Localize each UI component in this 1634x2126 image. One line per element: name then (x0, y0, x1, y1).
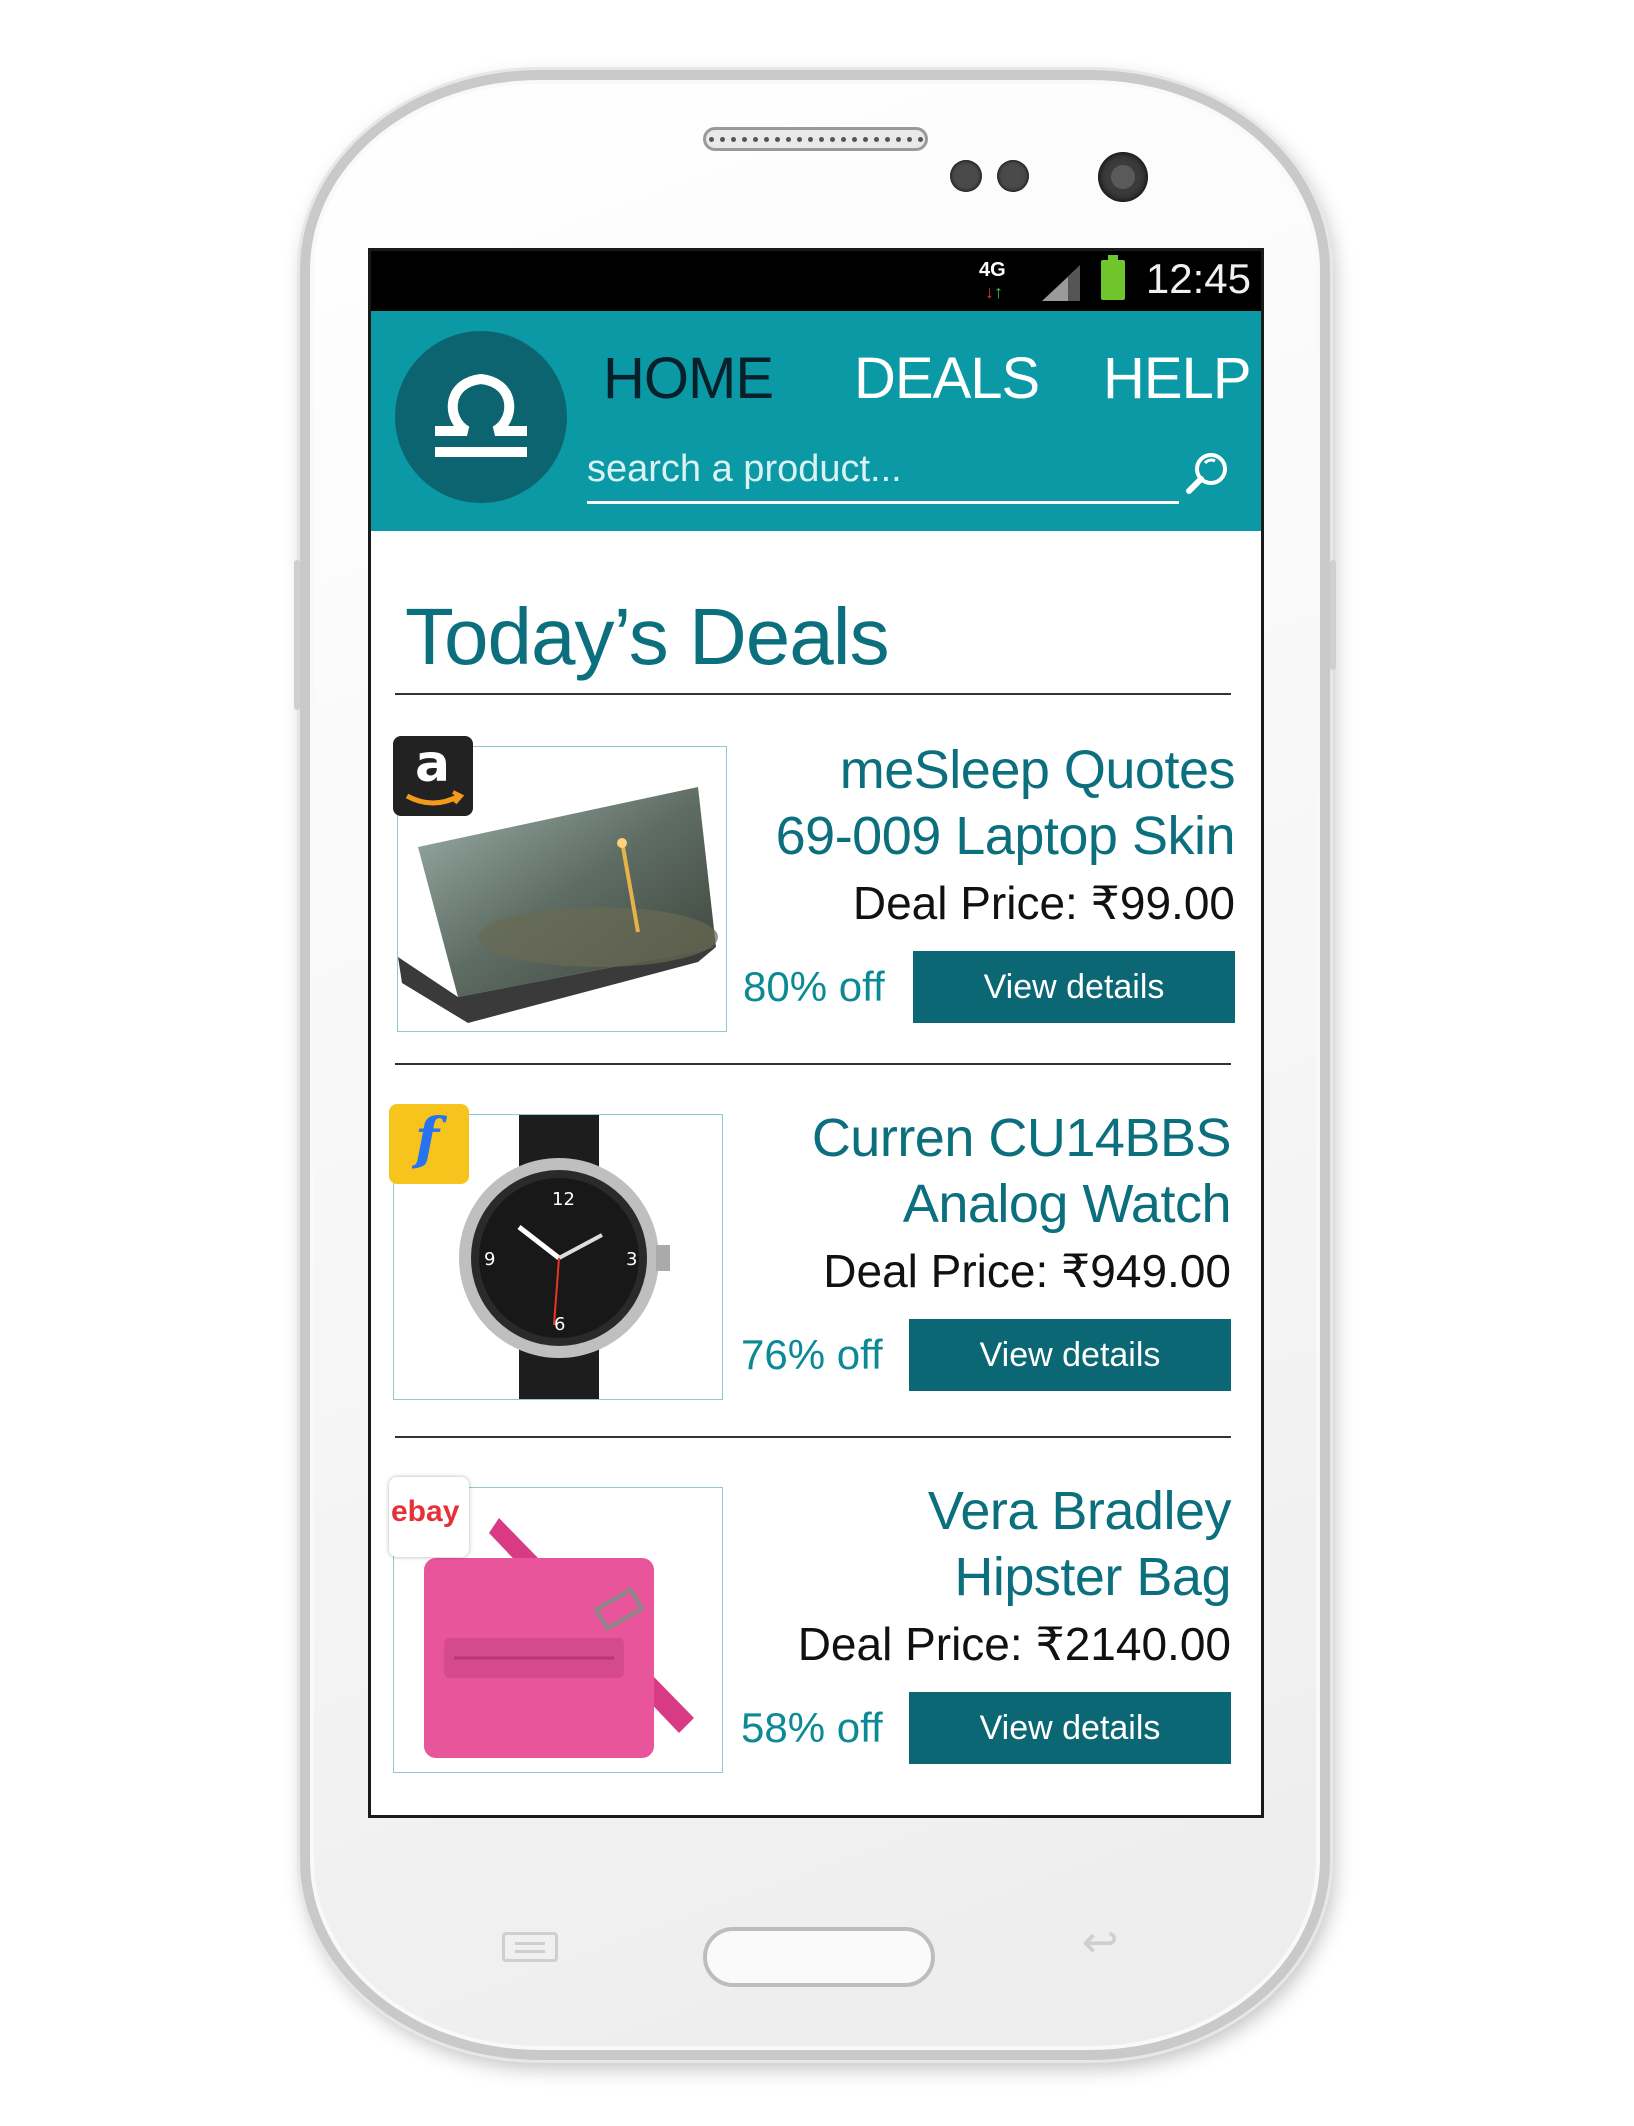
svg-text:6: 6 (554, 1314, 565, 1335)
view-details-button[interactable]: View details (909, 1692, 1231, 1764)
search-bar (587, 441, 1179, 504)
search-input[interactable] (587, 441, 1179, 497)
view-details-button[interactable]: View details (909, 1319, 1231, 1391)
libra-logo-icon[interactable] (395, 331, 567, 503)
app-header: HOME DEALS HELP (371, 311, 1261, 531)
front-camera (1098, 152, 1148, 202)
proximity-sensor (950, 160, 982, 192)
back-key-icon[interactable]: ↩ (1070, 1918, 1130, 1968)
deal-name-line1[interactable]: Curren CU14BBS (812, 1104, 1232, 1172)
data-activity-icon: ↓↑ (985, 282, 1003, 302)
volume-button (294, 560, 300, 710)
signal-strength-icon (1042, 265, 1080, 301)
deal-name-line2[interactable]: Analog Watch (903, 1170, 1232, 1238)
discount-label: 76% off (741, 1331, 883, 1378)
deal-price: Deal Price: ₹949.00 (823, 1245, 1231, 1297)
battery-icon (1101, 255, 1125, 300)
deal-card: ebay Vera Bradley Hipster Bag Deal Price… (371, 1477, 1261, 1777)
deal-name-line2[interactable]: 69-009 Laptop Skin (776, 802, 1236, 870)
deal-name-line1[interactable]: meSleep Quotes (840, 736, 1236, 804)
discount-label: 80% off (743, 963, 885, 1010)
view-details-button[interactable]: View details (913, 951, 1235, 1023)
deal-price: Deal Price: ₹2140.00 (797, 1618, 1231, 1670)
svg-text:12: 12 (552, 1189, 575, 1210)
discount-label: 58% off (741, 1704, 883, 1751)
search-icon[interactable] (1181, 449, 1231, 499)
amazon-smile-icon (405, 790, 465, 806)
deal-card: 12 3 6 9 f Curren CU14BBS Analog Watch D… (371, 1104, 1261, 1404)
svg-text:3: 3 (626, 1249, 637, 1270)
libra-symbol-icon (435, 373, 527, 457)
svg-text:9: 9 (484, 1249, 495, 1270)
power-button (1330, 560, 1336, 670)
flipkart-logo-letter: f (415, 1106, 440, 1172)
page-title: Today’s Deals (405, 592, 890, 681)
screen: 4G ↓↑ 12:45 HOME DEALS HELP Today’s Deal… (368, 248, 1264, 1818)
status-time: 12:45 (1145, 255, 1251, 302)
deal-name-line2[interactable]: Hipster Bag (954, 1543, 1231, 1611)
network-type-label: 4G (979, 259, 1006, 281)
home-button[interactable] (703, 1927, 935, 1987)
flipkart-logo-icon: f (389, 1104, 469, 1184)
deal-price: Deal Price: ₹99.00 (852, 877, 1235, 929)
deal-card: a meSleep Quotes 69-009 Laptop Skin Deal… (371, 736, 1261, 1036)
amazon-logo-icon: a (393, 736, 473, 816)
light-sensor (997, 160, 1029, 192)
earpiece-speaker (703, 127, 928, 151)
divider (395, 693, 1231, 695)
ebay-logo-icon: ebay (389, 1477, 469, 1557)
divider (395, 1436, 1231, 1438)
nav-deals[interactable]: DEALS (854, 345, 1040, 412)
ebay-logo-text: ebay (391, 1495, 460, 1528)
menu-key-icon[interactable] (502, 1932, 558, 1962)
nav-home[interactable]: HOME (603, 345, 774, 412)
status-bar: 4G ↓↑ 12:45 (371, 251, 1261, 311)
nav-help[interactable]: HELP (1103, 345, 1252, 412)
divider (395, 1063, 1231, 1065)
deal-name-line1[interactable]: Vera Bradley (928, 1477, 1232, 1545)
